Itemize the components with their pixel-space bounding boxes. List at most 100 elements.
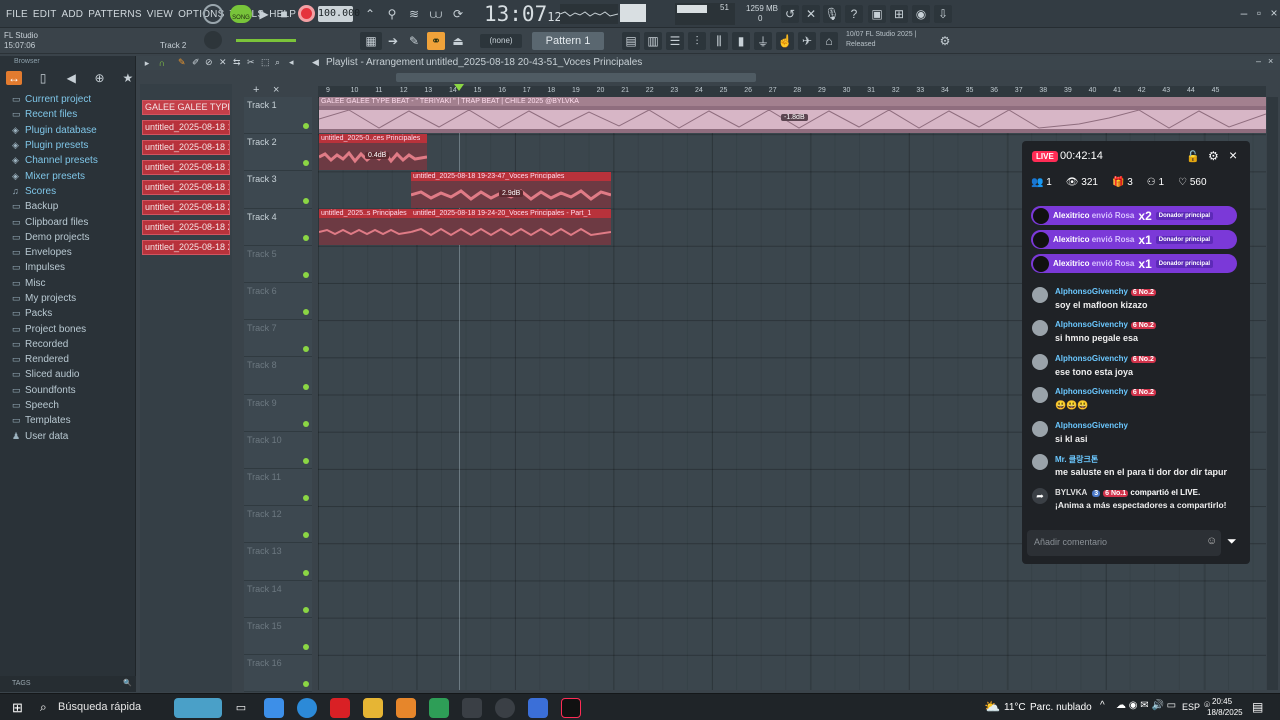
avatar[interactable] xyxy=(1032,287,1048,303)
video-icon[interactable]: ✈ xyxy=(798,32,816,50)
wait-icon[interactable]: ⚲ xyxy=(383,5,401,23)
avatar[interactable] xyxy=(1032,420,1048,437)
tempo-display[interactable]: 100.000 xyxy=(318,6,360,22)
app-icon[interactable] xyxy=(462,698,482,718)
help-icon[interactable]: ? xyxy=(845,5,863,23)
emoji-icon[interactable]: ☺ xyxy=(1206,535,1217,547)
menu-file[interactable]: FILE xyxy=(6,9,28,20)
browser-item[interactable]: ▭ Clipboard files xyxy=(0,214,135,229)
master-volume-slider[interactable] xyxy=(236,39,296,42)
track-mute-led[interactable] xyxy=(303,160,309,167)
track-mute-led[interactable] xyxy=(303,420,309,427)
news-icon[interactable]: ⚙ xyxy=(936,32,954,50)
fl-studio-icon[interactable] xyxy=(396,698,416,718)
tray-app-icons[interactable]: ☁ ◉ ✉ 🔊 ▭ xyxy=(1116,700,1176,711)
browser-all-icon[interactable]: ↔ xyxy=(6,71,22,85)
settings-icon[interactable]: ⚙ xyxy=(1208,149,1219,163)
track-mute-led[interactable] xyxy=(303,123,309,130)
browser-star-icon[interactable]: ★ xyxy=(121,69,135,87)
tray-chevron-icon[interactable]: ^ xyxy=(1100,700,1105,711)
chat-icon[interactable]: ◉ xyxy=(912,5,930,23)
track-header[interactable]: Track 5 xyxy=(244,245,312,283)
draw-tool-icon[interactable]: ✎ xyxy=(178,57,186,68)
chat-username[interactable]: AlphonsoGivenchy xyxy=(1055,287,1128,296)
mixer-icon[interactable]: ☰ xyxy=(666,32,684,50)
song-time-display[interactable]: 13:0712 xyxy=(484,2,562,26)
track-header[interactable]: Track 15 xyxy=(244,617,312,655)
browser-item[interactable]: ◈ Plugin presets xyxy=(0,138,135,153)
arrow-left-icon[interactable]: ◀ xyxy=(312,57,319,68)
browser-item[interactable]: ▭ Project bones xyxy=(0,321,135,336)
browser-plugin-icon[interactable]: ⊕ xyxy=(92,69,106,87)
task-view-icon[interactable]: ▭ xyxy=(231,698,251,718)
copilot-icon[interactable] xyxy=(264,698,284,718)
browser-item[interactable]: ♟ User data xyxy=(0,429,135,444)
taskbar-search[interactable]: Búsqueda rápida xyxy=(58,701,141,713)
loop-record-icon[interactable]: ⟳ xyxy=(449,5,467,23)
browser-item[interactable]: ▭ Impulses xyxy=(0,260,135,275)
menu-patterns[interactable]: PATTERNS xyxy=(88,9,141,20)
track-header[interactable]: Track 13 xyxy=(244,543,312,581)
browser-item[interactable]: ▭ Sliced audio xyxy=(0,367,135,382)
metronome-icon[interactable]: ⌃ xyxy=(361,5,379,23)
chat-username[interactable]: Mr. 클랑크톤 xyxy=(1055,455,1098,464)
language-indicator[interactable]: ESP xyxy=(1182,702,1200,712)
pattern-item[interactable]: untitled_2025-08-18 20-... xyxy=(142,220,230,235)
weather-text[interactable]: Parc. nublado xyxy=(1030,702,1092,713)
paint-tool-icon[interactable]: ✐ xyxy=(192,57,200,68)
pattern-selector[interactable]: Pattern 1 xyxy=(532,32,604,50)
add-track-icon[interactable]: + xyxy=(253,84,259,96)
menu-add[interactable]: ADD xyxy=(62,9,84,20)
pen-icon[interactable]: ✎ xyxy=(405,32,423,50)
menu-view[interactable]: VIEW xyxy=(147,9,173,20)
browser-file-icon[interactable]: ▯ xyxy=(36,69,50,87)
playback-tool-icon[interactable]: ◂ xyxy=(289,57,294,68)
chat-username[interactable]: AlphonsoGivenchy xyxy=(1055,354,1128,363)
song-mode-toggle[interactable]: SONG xyxy=(230,5,252,23)
track-mute-led[interactable] xyxy=(303,532,309,539)
track-header[interactable]: Track 4 xyxy=(244,208,312,246)
audio-clip-beat[interactable]: GALEE GALEE TYPE BEAT - " TERIYAKI " | T… xyxy=(319,97,1266,133)
tools-icon[interactable]: ✕ xyxy=(802,5,820,23)
record-icon[interactable] xyxy=(298,5,315,22)
pattern-item[interactable]: untitled_2025-08-18 19-... xyxy=(142,120,230,135)
plug-icon[interactable]: ⏚ xyxy=(754,32,772,50)
track-mute-led[interactable] xyxy=(303,197,309,204)
track-mute-led[interactable] xyxy=(303,271,309,278)
avatar[interactable] xyxy=(1032,387,1048,404)
remove-track-icon[interactable]: × xyxy=(273,84,279,96)
audio-clip-track4a[interactable]: untitled_2025..s Principales xyxy=(319,209,411,245)
track-mute-led[interactable] xyxy=(303,383,309,390)
app-icon[interactable] xyxy=(429,698,449,718)
pattern-item[interactable]: untitled_2025-08-18 20-... xyxy=(142,240,230,255)
audio-clip-track3[interactable]: untitled_2025-08-18 19-23-47_Voces Princ… xyxy=(411,172,611,208)
track-header[interactable]: Track 7 xyxy=(244,320,312,358)
track-header[interactable]: Track 12 xyxy=(244,506,312,544)
snap-select[interactable]: (none) xyxy=(480,34,522,48)
menu-edit[interactable]: EDIT xyxy=(33,9,57,20)
browser-speaker-icon[interactable]: ◀ xyxy=(64,69,78,87)
browser-tags[interactable]: TAGS 🔍 xyxy=(0,676,136,692)
browser-item[interactable]: ▭ Recent files xyxy=(0,107,135,122)
browser-item[interactable]: ◈ Plugin database xyxy=(0,123,135,138)
slip-tool-icon[interactable]: ⇆ xyxy=(233,57,241,68)
store-icon[interactable] xyxy=(528,698,548,718)
link-icon[interactable]: ⚭ xyxy=(427,32,445,50)
slice-tool-icon[interactable]: ✂ xyxy=(247,57,255,68)
news-title[interactable]: 10/07 FL Studio 2025 | xyxy=(846,31,916,38)
track-header[interactable]: Track 3 xyxy=(244,171,312,209)
stop-icon[interactable]: ■ xyxy=(275,5,293,23)
track-header[interactable]: Track 9 xyxy=(244,394,312,432)
browser-item[interactable]: ▭ Templates xyxy=(0,413,135,428)
plugin-icon[interactable]: ⊞ xyxy=(890,5,908,23)
browser-icon[interactable]: ⫼ xyxy=(710,32,728,50)
pattern-item[interactable]: untitled_2025-08-18 19-... xyxy=(142,180,230,195)
stamp-icon[interactable]: ⏏ xyxy=(449,32,467,50)
mixer-faders-icon[interactable]: ⫶ xyxy=(688,32,706,50)
search-icon[interactable]: 🔍 xyxy=(123,676,132,692)
master-pitch-knob[interactable] xyxy=(204,31,222,49)
browser-item[interactable]: ▭ Misc xyxy=(0,276,135,291)
browser-item[interactable]: ▭ Recorded xyxy=(0,337,135,352)
zoom-tool-icon[interactable]: ⌕ xyxy=(275,57,280,68)
delete-tool-icon[interactable]: ⊘ xyxy=(205,57,213,68)
